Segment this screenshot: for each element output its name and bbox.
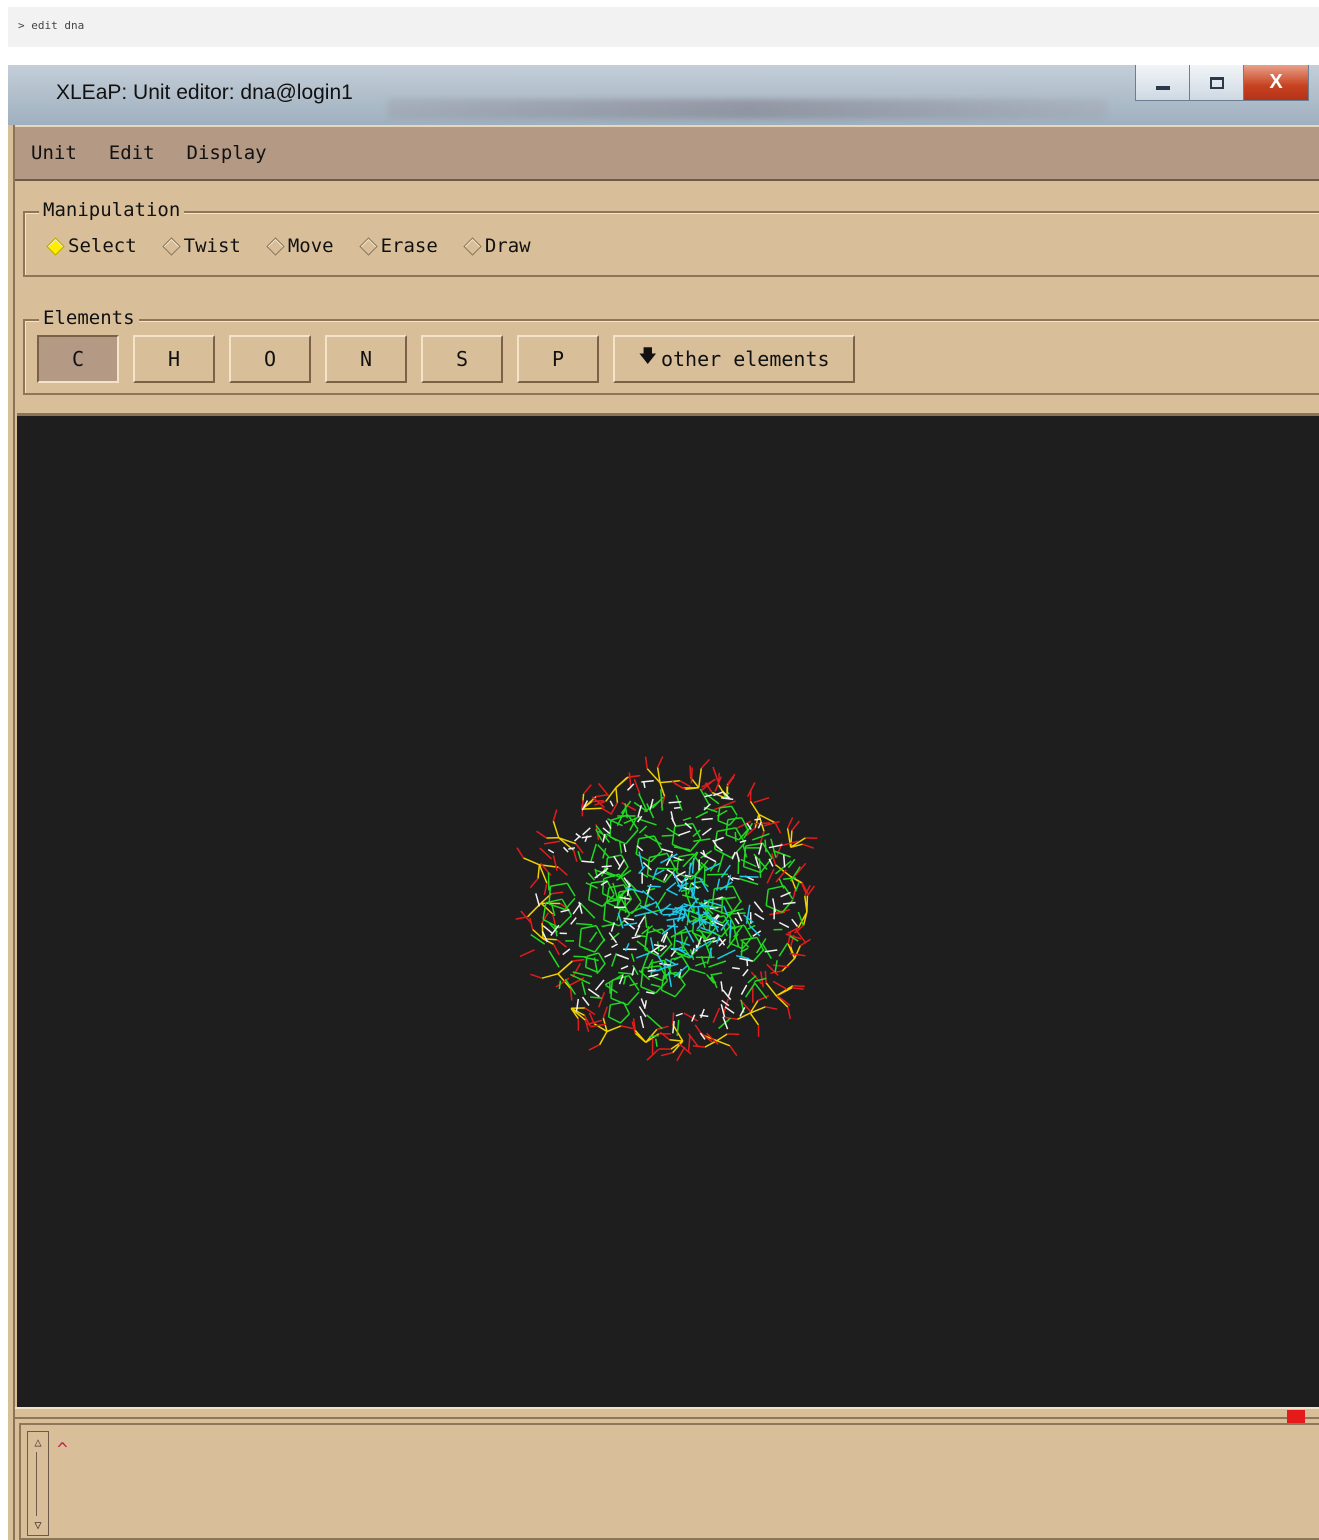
- radio-indicator: [161, 236, 181, 256]
- radio-selected-indicator: [46, 236, 65, 256]
- menu-unit[interactable]: Unit: [31, 142, 77, 164]
- radio-twist[interactable]: Twist: [161, 235, 241, 257]
- menu-display[interactable]: Display: [187, 142, 267, 164]
- command-line: > edit dna: [8, 7, 1319, 47]
- molecule-viewport[interactable]: [17, 413, 1319, 1407]
- element-button-n[interactable]: N: [325, 335, 407, 383]
- element-button-p[interactable]: P: [517, 335, 599, 383]
- elements-label: Elements: [39, 307, 139, 329]
- minimize-icon: [1155, 85, 1170, 90]
- console-scrollbar[interactable]: △ ▽: [27, 1431, 49, 1536]
- elements-group: Elements C H O N S P 🡇 other elements: [23, 307, 1319, 395]
- console-caret: ^: [57, 1439, 68, 1460]
- unit-editor-window: XLEaP: Unit editor: dna@login1 X Unit Ed…: [8, 65, 1319, 1540]
- window-title: XLEaP: Unit editor: dna@login1: [56, 81, 353, 104]
- element-button-c[interactable]: C: [37, 335, 119, 383]
- scroll-down-icon[interactable]: ▽: [30, 1517, 46, 1533]
- radio-select[interactable]: Select: [45, 235, 137, 257]
- element-button-s[interactable]: S: [421, 335, 503, 383]
- arrow-down-icon: 🡇: [638, 346, 657, 367]
- minimize-button[interactable]: [1135, 65, 1190, 101]
- dna-molecule-render: [515, 756, 818, 1062]
- close-button[interactable]: X: [1243, 65, 1309, 101]
- scroll-up-icon[interactable]: △: [30, 1434, 46, 1450]
- title-bar[interactable]: XLEaP: Unit editor: dna@login1 X: [8, 65, 1319, 125]
- other-elements-button[interactable]: 🡇 other elements: [613, 335, 855, 383]
- manipulation-label: Manipulation: [39, 199, 185, 221]
- maximize-button[interactable]: [1189, 65, 1244, 101]
- element-button-h[interactable]: H: [133, 335, 215, 383]
- close-icon: X: [1269, 71, 1283, 93]
- radio-draw[interactable]: Draw: [462, 235, 531, 257]
- manipulation-group: Manipulation Select Twist Move Erase Dra…: [23, 199, 1319, 277]
- element-button-o[interactable]: O: [229, 335, 311, 383]
- output-console[interactable]: △ ▽ ^: [19, 1423, 1319, 1540]
- pane-separator[interactable]: [15, 1407, 1319, 1419]
- maximize-icon: [1209, 76, 1224, 89]
- radio-move[interactable]: Move: [265, 235, 334, 257]
- menu-edit[interactable]: Edit: [109, 142, 155, 164]
- radio-erase[interactable]: Erase: [358, 235, 438, 257]
- radio-indicator: [463, 236, 482, 256]
- radio-indicator: [358, 236, 378, 256]
- radio-indicator: [266, 236, 285, 256]
- menu-bar: Unit Edit Display: [15, 125, 1319, 181]
